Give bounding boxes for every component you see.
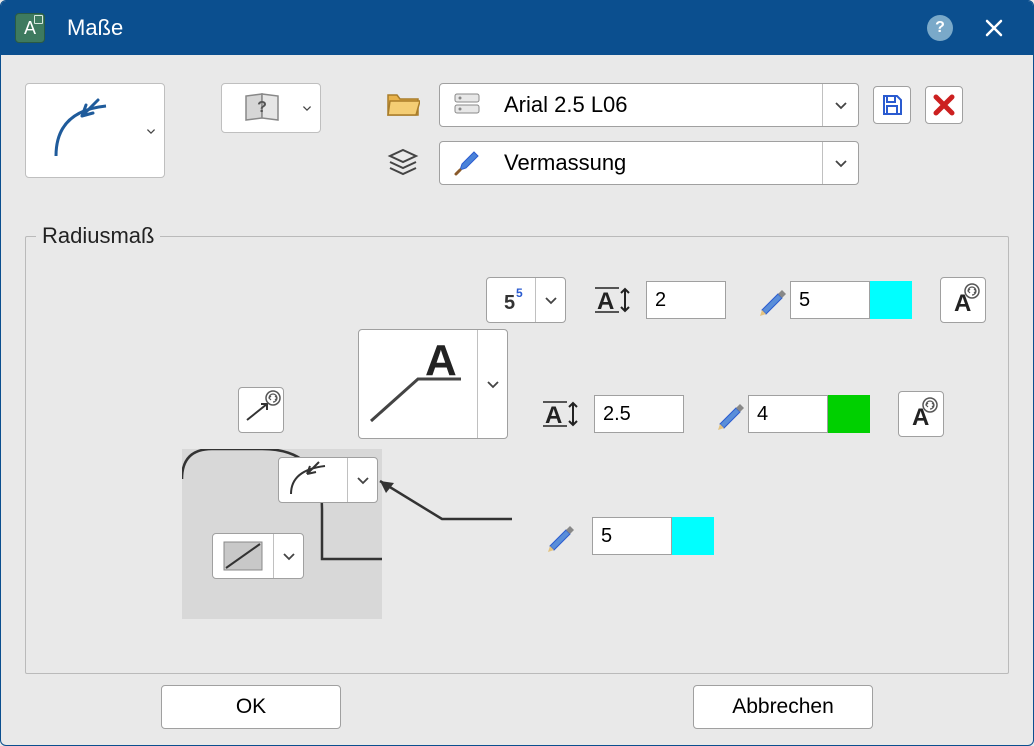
group-legend: Radiusmaß [36,223,160,249]
color-swatch-3[interactable] [672,517,714,555]
arrow-sync-icon [241,390,281,430]
arrowhead-icon [285,460,341,500]
x-icon [932,93,956,117]
save-button[interactable] [873,86,911,124]
a-sync-icon: A [904,397,938,431]
chevron-down-icon [282,549,296,563]
chevron-down-icon [356,473,370,487]
font-style-combo[interactable]: Arial 2.5 L06 [439,83,859,127]
layer-value: Vermassung [494,150,822,176]
leader-text-style-dropdown[interactable]: A [358,329,508,439]
number-format-dropdown[interactable]: 5 5 [486,277,566,323]
chevron-down-icon [544,293,558,307]
text-height-2-input[interactable] [594,395,684,433]
close-icon [985,19,1003,37]
svg-text:A: A [545,402,562,429]
chevron-down-icon [834,98,848,112]
svg-text:?: ? [257,99,267,116]
svg-text:5: 5 [516,286,523,300]
pencil-icon [754,284,790,316]
font-style-value: Arial 2.5 L06 [494,92,822,118]
pen-3-input[interactable] [592,517,672,555]
dimension-mode-dropdown[interactable] [25,83,165,178]
pencil-icon [712,398,748,430]
linestyle-dropdown[interactable] [212,533,304,579]
help-style-dropdown[interactable]: ? [221,83,321,133]
layers-icon [381,148,425,178]
pencil-icon [542,520,578,552]
preview-leader-icon [372,469,522,529]
linestyle-icon [220,538,266,574]
radiusmass-group: Radiusmaß 5 5 [25,223,1009,674]
question-icon: ? [935,19,945,37]
a-sync-icon: A [946,283,980,317]
folder-icon[interactable] [381,91,425,119]
chevron-down-icon [146,124,156,138]
delete-button[interactable] [925,86,963,124]
chevron-down-icon [302,101,312,115]
pen-2-input[interactable] [748,395,828,433]
help-button[interactable]: ? [927,15,953,41]
chevron-down-icon [486,377,500,391]
font-style-dropdown-arrow[interactable] [822,84,858,126]
five-exponent-icon: 5 5 [494,285,528,315]
text-height-icon: A [594,285,636,315]
arrowhead-dropdown[interactable] [278,457,378,503]
insert-attribute-1-button[interactable]: A [940,277,986,323]
window-title: Maße [67,15,123,41]
insert-attribute-2-button[interactable]: A [898,391,944,437]
svg-text:5: 5 [504,292,515,314]
arrow-sync-button[interactable] [238,387,284,433]
svg-text:A: A [597,288,614,315]
save-icon [880,93,904,117]
radius-dimension-icon [46,96,126,166]
app-icon: A [15,13,45,43]
color-swatch-1[interactable] [870,281,912,319]
close-button[interactable] [977,11,1011,45]
cancel-button[interactable]: Abbrechen [693,685,873,729]
leader-a-icon: A [363,339,473,429]
ok-button[interactable]: OK [161,685,341,729]
book-help-icon: ? [242,90,282,126]
brush-icon [440,142,494,184]
server-icon [440,84,494,126]
text-height-1-input[interactable] [646,281,726,319]
pen-1-input[interactable] [790,281,870,319]
layer-dropdown-arrow[interactable] [822,142,858,184]
chevron-down-icon [834,156,848,170]
titlebar: A Maße ? [1,1,1033,55]
layer-combo[interactable]: Vermassung [439,141,859,185]
color-swatch-2[interactable] [828,395,870,433]
text-height-icon: A [542,399,584,429]
